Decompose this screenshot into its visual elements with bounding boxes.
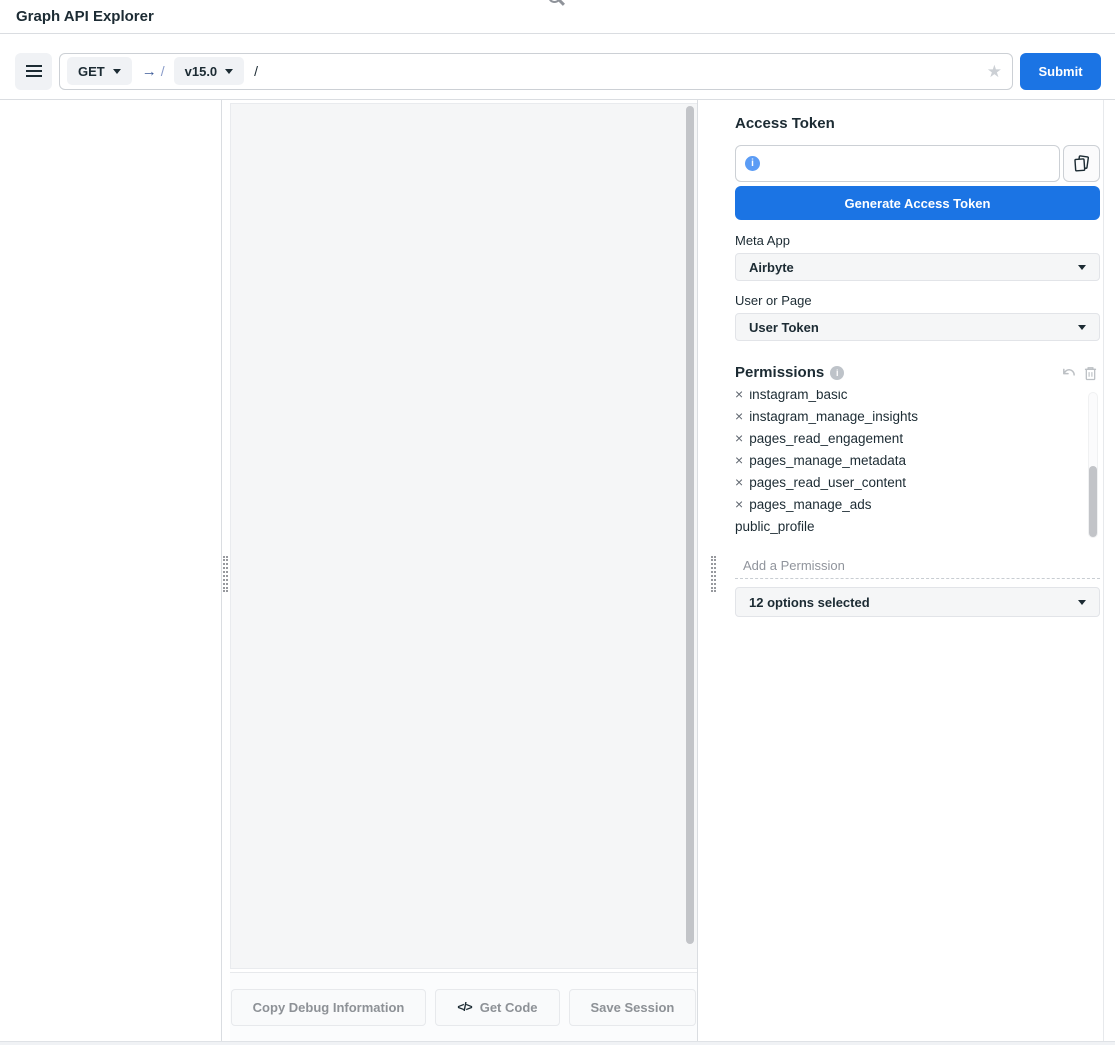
- access-token-panel-content: Access Token i Generate Access Token M: [735, 100, 1100, 1041]
- version-label: v15.0: [185, 64, 218, 79]
- request-toolbar: GET → / v15.0 / ★ Submit: [0, 34, 1115, 100]
- clear-permissions-button[interactable]: [1084, 366, 1097, 381]
- permission-list: × instagram_basic × instagram_manage_insigh…: [735, 390, 1100, 538]
- access-token-panel: Access Token i Generate Access Token M: [720, 100, 1115, 1041]
- panel-resize-handle-right[interactable]: [711, 556, 716, 592]
- method-label: GET: [78, 64, 105, 79]
- menu-button[interactable]: [15, 53, 52, 90]
- remove-permission-icon[interactable]: ×: [735, 497, 743, 511]
- access-token-row: i: [735, 145, 1100, 182]
- permission-label: pages_manage_ads: [749, 497, 871, 512]
- response-viewer: [230, 103, 697, 969]
- chevron-down-icon: [1078, 325, 1086, 330]
- permission-label: pages_manage_metadata: [749, 453, 906, 468]
- permissions-heading: Permissions: [735, 364, 824, 381]
- remove-permission-icon[interactable]: ×: [735, 453, 743, 467]
- access-token-field[interactable]: i: [735, 145, 1060, 182]
- chevron-down-icon: [1078, 600, 1086, 605]
- remove-permission-icon[interactable]: ×: [735, 431, 743, 445]
- response-scrollbar[interactable]: [686, 106, 694, 944]
- remove-permission-icon[interactable]: ×: [735, 390, 743, 401]
- user-or-page-value: User Token: [749, 320, 819, 335]
- star-icon[interactable]: ★: [987, 63, 1002, 80]
- get-code-button[interactable]: </> Get Code: [435, 989, 559, 1026]
- generate-access-token-button[interactable]: Generate Access Token: [735, 186, 1100, 220]
- info-icon[interactable]: i: [745, 156, 760, 171]
- save-session-button[interactable]: Save Session: [569, 989, 697, 1026]
- permission-item: × instagram_manage_insights: [735, 405, 1100, 427]
- hamburger-icon: [26, 70, 42, 72]
- panel-resize-handle-left[interactable]: [223, 556, 228, 592]
- page-title: Graph API Explorer: [16, 8, 154, 25]
- access-token-heading: Access Token: [735, 115, 835, 132]
- request-bar: GET → / v15.0 / ★: [59, 53, 1013, 90]
- permission-label: instagram_manage_insights: [749, 409, 918, 424]
- trash-icon: [1084, 366, 1097, 381]
- permission-scrollbar-thumb[interactable]: [1089, 466, 1097, 537]
- search-icon[interactable]: [548, 0, 561, 3]
- permission-item: public_profile: [735, 515, 1100, 537]
- permission-list-inner: × instagram_basic × instagram_manage_insigh…: [735, 390, 1100, 537]
- remove-permission-icon[interactable]: ×: [735, 409, 743, 423]
- chevron-down-icon: [113, 69, 121, 74]
- permission-label: pages_read_user_content: [749, 475, 906, 490]
- code-icon: </>: [457, 1000, 471, 1014]
- panel-right-border: [1103, 100, 1104, 1041]
- permission-label: public_profile: [735, 519, 815, 534]
- permission-item: × pages_manage_metadata: [735, 449, 1100, 471]
- field-tree-panel: [0, 100, 222, 1041]
- access-token-input[interactable]: [767, 156, 1050, 171]
- page-header: Graph API Explorer: [0, 0, 1115, 34]
- permission-scrollbar-track[interactable]: [1088, 392, 1098, 538]
- response-column: Copy Debug Information </> Get Code Save…: [230, 100, 698, 1041]
- method-dropdown[interactable]: GET: [67, 57, 132, 85]
- permissions-options-select[interactable]: 12 options selected: [735, 587, 1100, 617]
- copy-token-button[interactable]: [1063, 145, 1100, 182]
- graph-api-explorer-app: Graph API Explorer GET → / v15.0 / ★ Sub…: [0, 0, 1115, 1045]
- save-session-label: Save Session: [591, 1000, 675, 1015]
- undo-icon: [1061, 367, 1076, 382]
- permission-item: × instagram_basic: [735, 390, 1100, 405]
- permissions-header: Permissions i: [735, 364, 1100, 384]
- meta-app-select[interactable]: Airbyte: [735, 253, 1100, 281]
- info-icon[interactable]: i: [830, 366, 844, 380]
- undo-permissions-button[interactable]: [1061, 367, 1076, 382]
- remove-permission-icon[interactable]: ×: [735, 475, 743, 489]
- request-path-input[interactable]: /: [254, 63, 258, 79]
- copy-debug-label: Copy Debug Information: [253, 1000, 405, 1015]
- permission-item: × pages_read_user_content: [735, 471, 1100, 493]
- copy-icon: [1072, 154, 1091, 173]
- meta-app-label: Meta App: [735, 233, 790, 248]
- version-dropdown[interactable]: v15.0: [174, 57, 245, 85]
- permission-item: × pages_manage_ads: [735, 493, 1100, 515]
- bottom-strip: [0, 1041, 1115, 1045]
- arrow-right-icon: →: [142, 63, 157, 80]
- dashed-separator: [735, 578, 1100, 579]
- meta-app-value: Airbyte: [749, 260, 794, 275]
- session-action-bar: Copy Debug Information </> Get Code Save…: [230, 972, 697, 1041]
- user-or-page-label: User or Page: [735, 293, 812, 308]
- main-area: Copy Debug Information </> Get Code Save…: [0, 100, 1115, 1041]
- submit-button[interactable]: Submit: [1020, 53, 1101, 90]
- user-or-page-select[interactable]: User Token: [735, 313, 1100, 341]
- permission-label: instagram_basic: [749, 390, 847, 402]
- chevron-down-icon: [225, 69, 233, 74]
- permission-label: pages_read_engagement: [749, 431, 903, 446]
- add-permission-input[interactable]: [735, 555, 1100, 575]
- copy-debug-button[interactable]: Copy Debug Information: [231, 989, 427, 1026]
- chevron-down-icon: [1078, 265, 1086, 270]
- search-icon-handle: [557, 0, 564, 6]
- options-summary: 12 options selected: [749, 595, 870, 610]
- version-slash: /: [161, 63, 165, 79]
- get-code-label: Get Code: [480, 1000, 538, 1015]
- permission-item: × pages_read_engagement: [735, 427, 1100, 449]
